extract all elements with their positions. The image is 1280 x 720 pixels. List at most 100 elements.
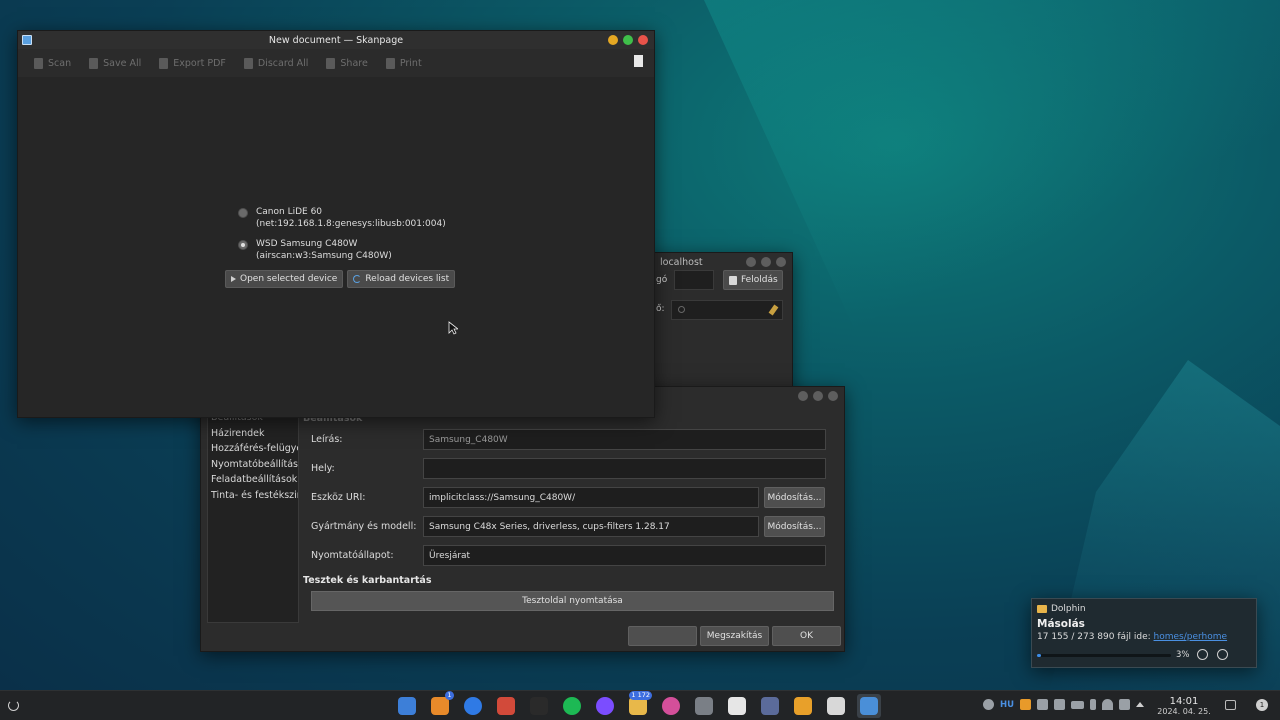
- apply-button[interactable]: [628, 626, 697, 646]
- sidebar-item-printer-options[interactable]: Nyomtatóbeállítások: [208, 457, 298, 473]
- cups-main-titlebar[interactable]: localhost: [646, 253, 792, 271]
- device-option[interactable]: Canon LiDE 60 (net:192.168.1.8:genesys:l…: [238, 206, 455, 230]
- notification-count-badge[interactable]: 1: [1256, 699, 1268, 711]
- maximize-button[interactable]: [761, 257, 771, 267]
- task-update[interactable]: [791, 694, 815, 718]
- make-model-field[interactable]: Samsung C48x Series, driverless, cups-fi…: [423, 516, 759, 537]
- task-double-commander[interactable]: [494, 694, 518, 718]
- task-chromium[interactable]: [461, 694, 485, 718]
- sidebar-item-ink-levels[interactable]: Tinta- és festékszint: [208, 488, 298, 504]
- scan-button[interactable]: Scan: [34, 57, 71, 69]
- user-input[interactable]: [674, 270, 714, 290]
- sidebar-item-job-options[interactable]: Feladatbeállítások: [208, 472, 298, 488]
- copy-notification[interactable]: Dolphin Másolás 17 155 / 273 890 fájl id…: [1031, 598, 1257, 668]
- location-label: Hely:: [311, 463, 335, 474]
- printer-state-field: Üresjárat: [423, 545, 826, 566]
- task-system-settings[interactable]: [692, 694, 716, 718]
- maximize-button[interactable]: [623, 35, 633, 45]
- battery-icon[interactable]: [1071, 700, 1085, 709]
- print-test-page-button[interactable]: Tesztoldal nyomtatása: [311, 591, 834, 611]
- task-hyper[interactable]: [725, 694, 749, 718]
- modify-uri-button[interactable]: Módosítás...: [764, 487, 825, 508]
- task-skanpage[interactable]: [857, 694, 881, 718]
- task-home-folder[interactable]: 1: [428, 691, 454, 718]
- save-all-button[interactable]: Save All: [89, 57, 142, 69]
- open-device-button[interactable]: Open selected device: [225, 270, 344, 288]
- dolphin-file-manager-icon: [398, 697, 416, 715]
- search-input[interactable]: [671, 300, 783, 320]
- task-badge: 1 172: [629, 691, 652, 700]
- task-spotify[interactable]: [560, 694, 584, 718]
- skanpage-window[interactable]: New document — Skanpage Scan Save All Ex…: [17, 30, 655, 418]
- save-all-label: Save All: [103, 57, 142, 69]
- volume-icon[interactable]: [1119, 699, 1131, 710]
- maximize-button[interactable]: [813, 391, 823, 401]
- skanpage-icon: [860, 697, 878, 715]
- fox-tray-icon[interactable]: [1020, 699, 1032, 710]
- task-dolphin-file-manager[interactable]: [395, 694, 419, 718]
- location-field[interactable]: [423, 458, 826, 479]
- minimize-button[interactable]: [608, 35, 618, 45]
- printer-settings-window[interactable]: Beállítások Házirendek Hozzáférés-felügy…: [200, 386, 845, 652]
- radio-button[interactable]: [238, 208, 248, 218]
- bluetooth-icon[interactable]: [1090, 699, 1097, 710]
- system-tray: HU: [983, 699, 1145, 710]
- clipboard-icon[interactable]: [1054, 699, 1066, 710]
- hamburger-menu-icon[interactable]: [634, 55, 643, 67]
- sidebar-item-access-control[interactable]: Hozzáférés-felügyelet: [208, 441, 298, 457]
- device-name: Canon LiDE 60: [256, 207, 323, 217]
- task-messenger[interactable]: [593, 694, 617, 718]
- wifi-icon[interactable]: [1102, 699, 1114, 710]
- minimize-button[interactable]: [746, 257, 756, 267]
- device-uri-field[interactable]: implicitclass://Samsung_C480W/: [423, 487, 759, 508]
- radio-button-selected[interactable]: [238, 240, 248, 250]
- print-button[interactable]: Print: [385, 57, 422, 69]
- task-badge: 1: [445, 691, 454, 700]
- play-icon: [231, 276, 236, 282]
- cancel-button[interactable]: Megszakítás: [700, 626, 769, 646]
- discard-all-button[interactable]: Discard All: [243, 57, 308, 69]
- ok-button[interactable]: OK: [772, 626, 841, 646]
- reload-devices-label: Reload devices list: [365, 274, 450, 284]
- modify-model-button[interactable]: Módosítás...: [764, 516, 825, 537]
- task-mail[interactable]: 1 172: [626, 691, 652, 718]
- progress-fill: [1037, 654, 1042, 657]
- unlock-button[interactable]: Feloldás: [723, 270, 783, 290]
- share-label: Share: [340, 57, 368, 69]
- messenger-tray-icon[interactable]: [983, 699, 994, 710]
- application-launcher-icon[interactable]: [8, 700, 19, 711]
- task-terminal[interactable]: [527, 694, 551, 718]
- task-printer[interactable]: [824, 694, 848, 718]
- task-gimp[interactable]: [758, 694, 782, 718]
- keyboard-layout-indicator[interactable]: HU: [1000, 700, 1014, 710]
- digital-clock[interactable]: 14:01 2024. 04. 25.: [1156, 696, 1212, 717]
- clear-broom-icon[interactable]: [768, 304, 779, 316]
- pause-icon[interactable]: [1197, 649, 1208, 660]
- window-title: New document — Skanpage: [268, 34, 404, 46]
- settings-sidebar: Beállítások Házirendek Hozzáférés-felügy…: [207, 409, 299, 623]
- destination-link[interactable]: homes/perhome: [1154, 632, 1228, 642]
- stop-icon[interactable]: [1217, 649, 1228, 660]
- description-field[interactable]: Samsung_C480W: [423, 429, 826, 450]
- show-desktop-icon[interactable]: [1225, 700, 1236, 710]
- minimize-button[interactable]: [798, 391, 808, 401]
- sidebar-item-policies[interactable]: Házirendek: [208, 426, 298, 442]
- save-icon: [89, 57, 99, 69]
- close-button[interactable]: [828, 391, 838, 401]
- taskbar: 1 1 172 HU 14:01 2024. 04. 25. 1: [0, 690, 1280, 720]
- messenger-icon: [596, 697, 614, 715]
- printer-state-label: Nyomtatóállapot:: [311, 550, 394, 561]
- printer-tray-icon[interactable]: [1037, 699, 1049, 710]
- tray-expand-icon[interactable]: [1136, 702, 1145, 707]
- field-label: gó: [656, 275, 668, 285]
- skanpage-titlebar[interactable]: New document — Skanpage: [18, 31, 654, 49]
- reload-devices-button[interactable]: Reload devices list: [347, 270, 456, 288]
- close-button[interactable]: [638, 35, 648, 45]
- task-color-picker[interactable]: [659, 694, 683, 718]
- device-option[interactable]: WSD Samsung C480W (airscan:w3:Samsung C4…: [238, 238, 455, 262]
- share-button[interactable]: Share: [326, 57, 368, 69]
- close-button[interactable]: [776, 257, 786, 267]
- reload-icon: [353, 275, 362, 283]
- export-pdf-button[interactable]: Export PDF: [159, 57, 226, 69]
- cups-main-window[interactable]: localhost gó Feloldás ő:: [645, 252, 793, 402]
